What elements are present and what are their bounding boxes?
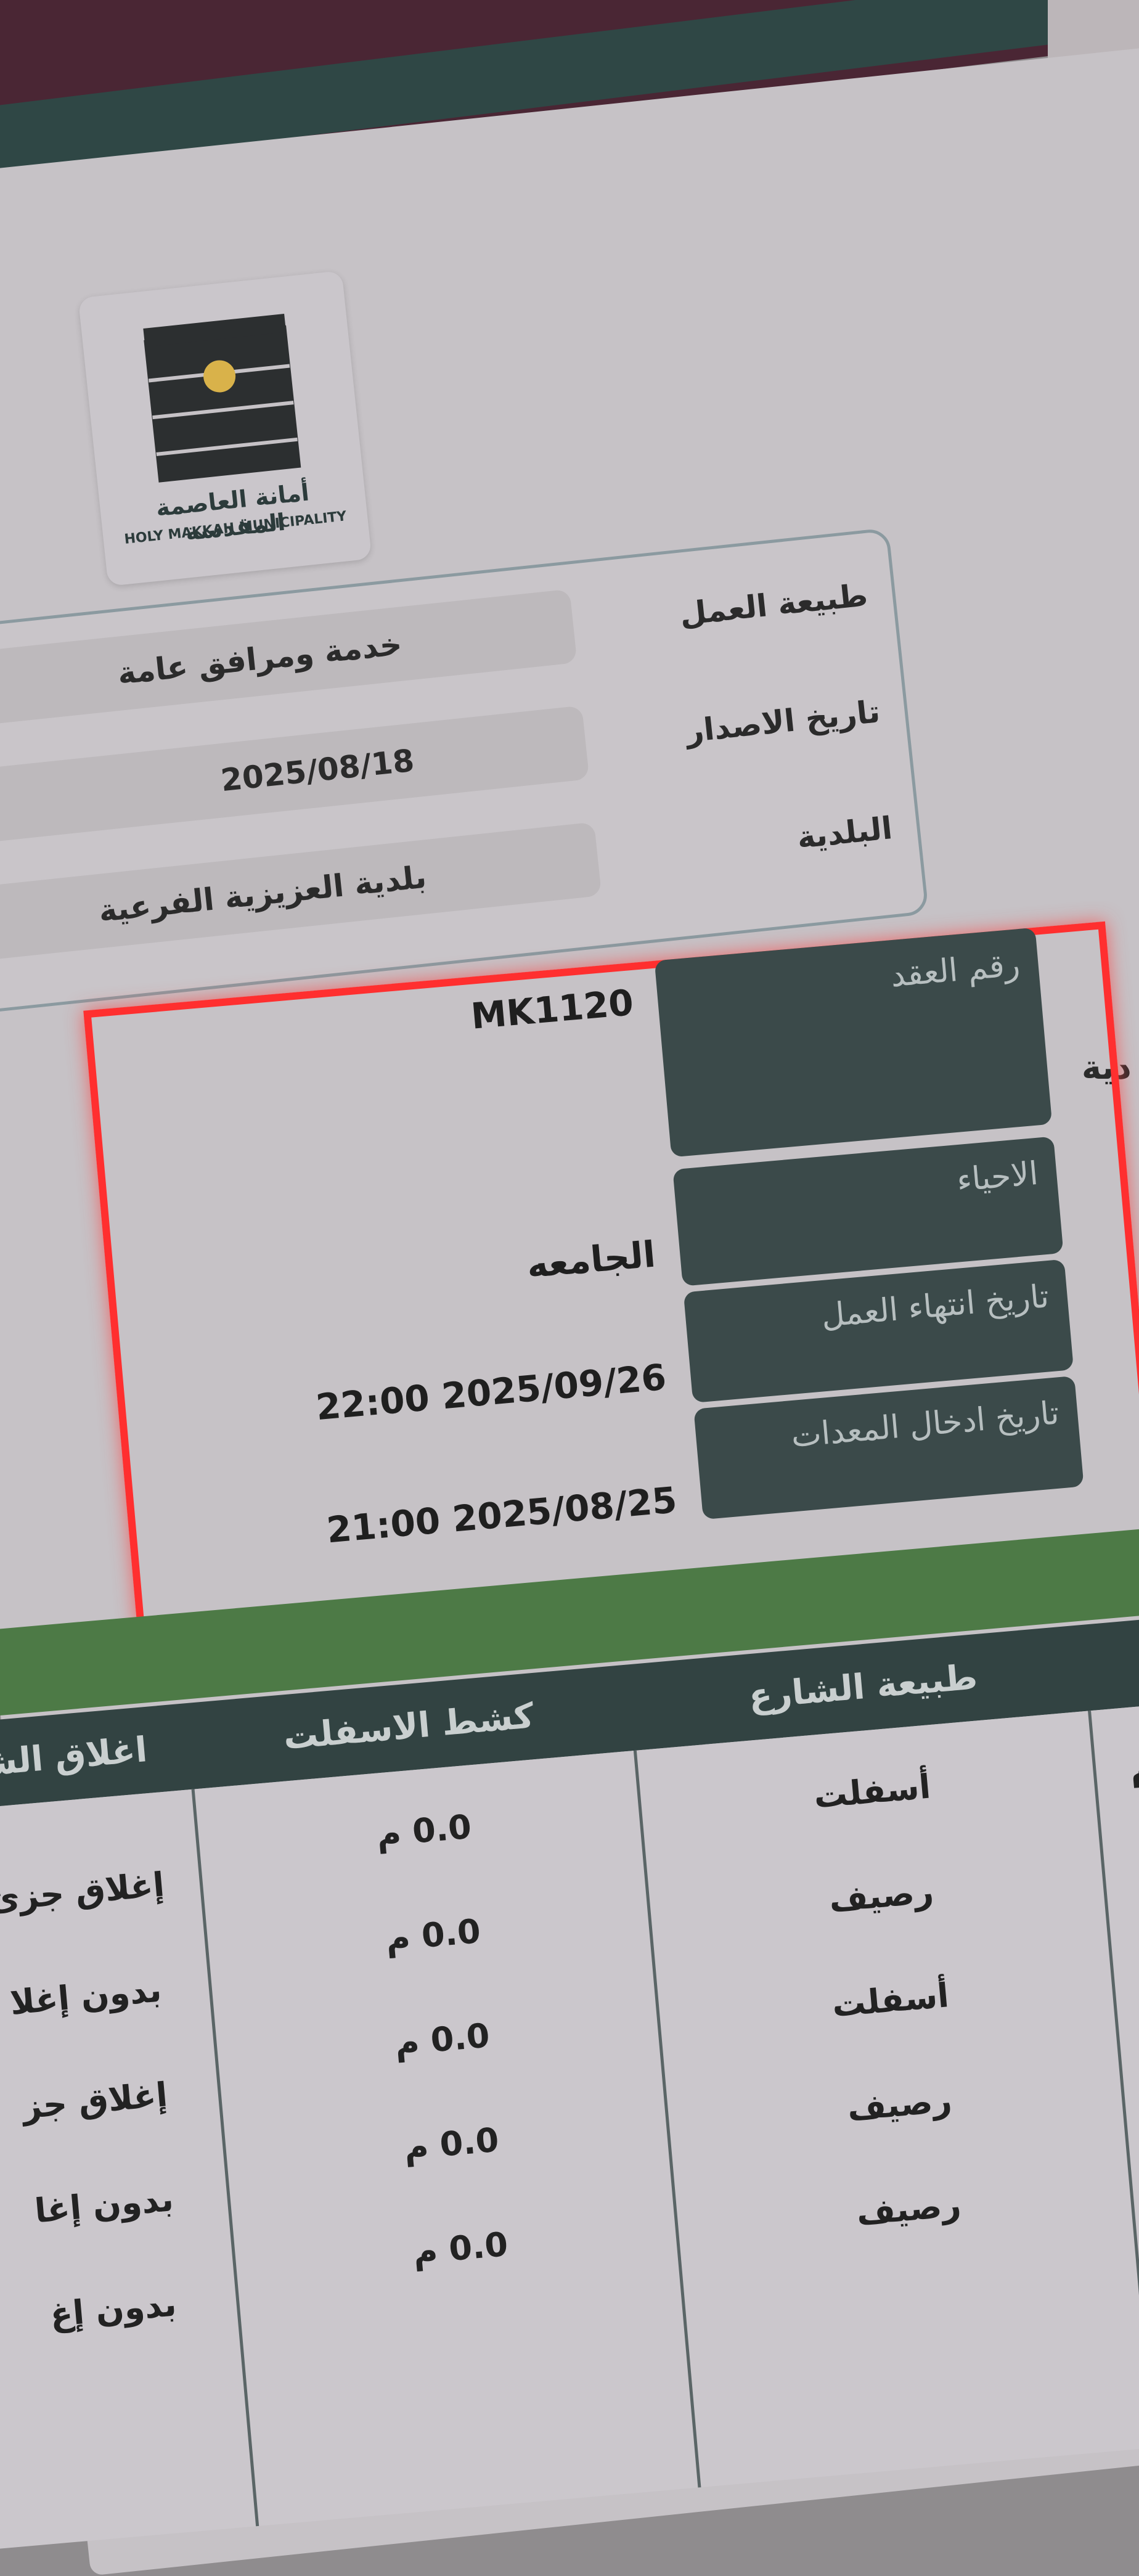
contract-value: الجامعه [525,1233,658,1286]
column-divider [1088,1711,1139,2448]
scrape-cell: 0.0 م [402,2120,500,2167]
logo-card: أمانة العاصمة المقدسة HOLY MAKKAH MUNICI… [78,270,372,587]
street-type-cell: رصيف [827,1871,936,1920]
streets-table: طبيعة الشارع كشط الاسفلت اغلاق الشا أسفل… [0,1613,1139,2549]
scrape-cell: 0.0 م [393,2016,491,2063]
contract-details-panel: رقم العقد MK1120 الاحياء الجامعه تاريخ ا… [80,886,1139,1627]
closure-cell: إغلاق جز [20,2075,169,2127]
info-label: تاريخ الاصدار [684,693,882,750]
cut-off-cell: م [1128,1747,1139,1788]
info-label: البلدية [795,810,894,856]
cut-off-cell: م [1119,1924,1139,2029]
scrape-cell: 0.0 م [411,2225,510,2272]
closure-cell: بدون إغلا [8,1970,163,2022]
street-type-cell: رصيف [846,2080,953,2128]
closure-cell: بدون إغ [48,2284,178,2334]
closure-cell: إغلاق جزئ [0,1865,166,1920]
scrape-cell: 0.0 م [384,1911,483,1959]
kaaba-logo-icon [143,313,301,483]
scrape-cell: 0.0 م [375,1807,473,1854]
column-divider [633,1750,701,2488]
street-type-cell: أسفلت [812,1767,933,1816]
closure-cell: بدون إغا [33,2180,175,2231]
contract-value: MK1120 [469,981,635,1037]
info-label: طبيعة العمل [678,577,870,632]
table-body: أسفلت 0.0 م إغلاق جزئ م رصيف 0.0 م بدون … [0,1699,1139,2549]
street-type-cell: أسفلت [830,1976,950,2025]
cut-off-cell: م [1137,1852,1139,1893]
contract-label: رقم العقد [654,927,1053,1158]
street-type-cell: رصيف [855,2185,963,2233]
cut-off-cell: م [1129,2029,1139,2133]
